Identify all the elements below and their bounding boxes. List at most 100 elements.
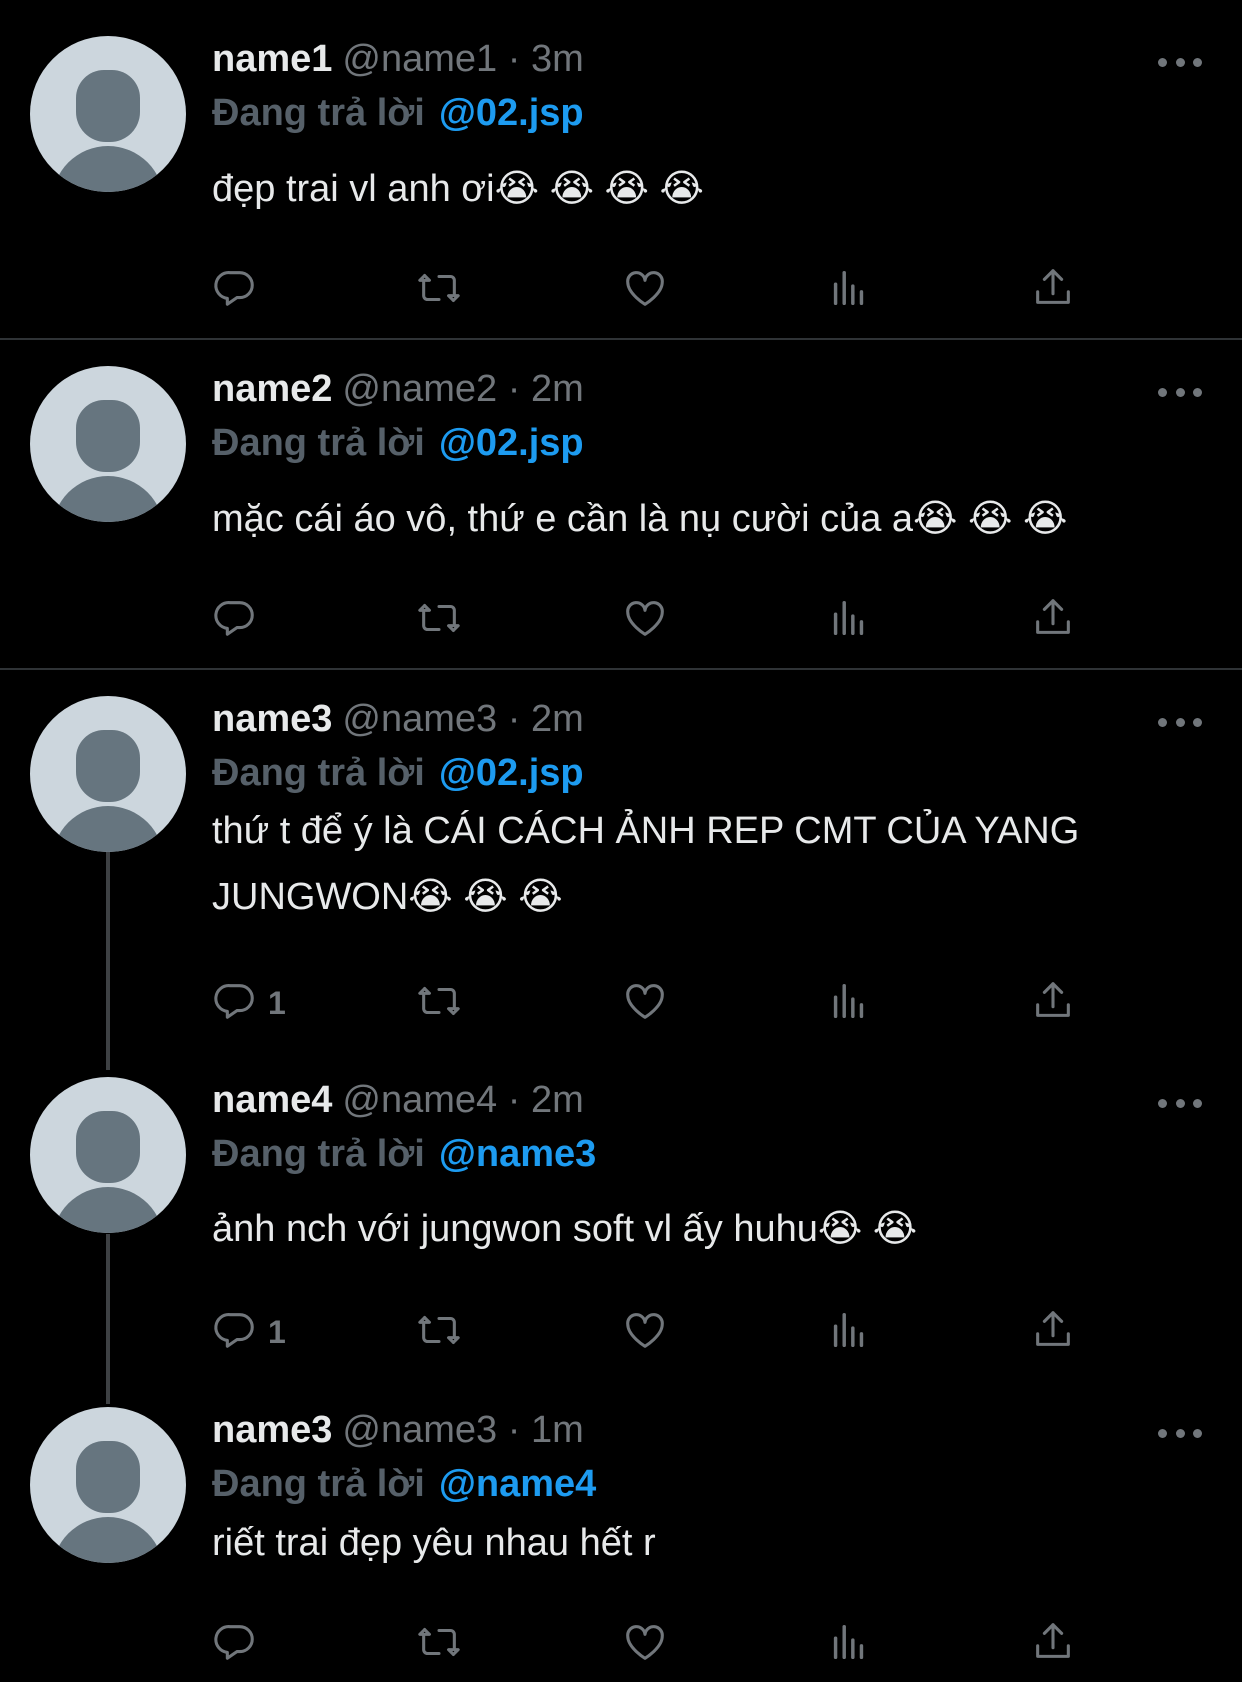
more-icon[interactable] [1158, 1427, 1202, 1439]
retweet-button[interactable] [416, 975, 462, 1031]
handle-and-time[interactable]: @name4 · 2m [342, 1079, 583, 1121]
views-button[interactable] [826, 262, 872, 318]
like-button[interactable] [622, 1616, 668, 1672]
retweet-button[interactable] [416, 1304, 462, 1360]
handle-and-time[interactable]: @name3 · 2m [342, 698, 583, 740]
retweet-icon [416, 595, 462, 646]
share-button[interactable] [1030, 262, 1076, 318]
display-name[interactable]: name3 [212, 1409, 332, 1451]
like-icon [622, 978, 668, 1029]
reply-button[interactable] [212, 592, 268, 648]
like-button[interactable] [622, 592, 668, 648]
views-button[interactable] [826, 1304, 872, 1360]
reply-count: 1 [268, 984, 286, 1021]
display-name[interactable]: name4 [212, 1079, 332, 1121]
like-icon [622, 265, 668, 316]
more-icon[interactable] [1158, 716, 1202, 728]
replying-to-label: Đang trả lời [212, 1133, 425, 1175]
default-avatar-icon[interactable] [30, 36, 186, 192]
like-button[interactable] [622, 1304, 668, 1360]
replying-to: Đang trả lời @name4 [212, 1459, 596, 1509]
default-avatar-icon[interactable] [30, 1077, 186, 1233]
views-icon [826, 265, 872, 316]
replying-to-mention[interactable]: @02.jsp [439, 92, 584, 134]
tweet-header: name2 @name2 · 2m [212, 364, 584, 414]
more-icon[interactable] [1158, 386, 1202, 398]
retweet-button[interactable] [416, 262, 462, 318]
default-avatar-icon[interactable] [30, 366, 186, 522]
retweet-icon [416, 265, 462, 316]
reply-icon [212, 265, 258, 316]
like-button[interactable] [622, 975, 668, 1031]
more-icon[interactable] [1158, 56, 1202, 68]
retweet-icon [416, 1307, 462, 1358]
like-icon [622, 1619, 668, 1670]
tweet-text: thứ t để ý là CÁI CÁCH ẢNH REP CMT CỦA Y… [212, 810, 1080, 918]
tweet-divider [0, 668, 1242, 670]
tweet-text: riết trai đẹp yêu nhau hết r [212, 1522, 656, 1564]
handle-and-time[interactable]: @name3 · 1m [342, 1409, 583, 1451]
tweet-header: name1 @name1 · 3m [212, 34, 584, 84]
thread-connector [106, 1234, 110, 1404]
views-button[interactable] [826, 1616, 872, 1672]
replying-to-mention[interactable]: @02.jsp [439, 422, 584, 464]
reply-button[interactable]: 1 [212, 1304, 286, 1360]
retweet-icon [416, 978, 462, 1029]
replying-to-mention[interactable]: @02.jsp [439, 752, 584, 794]
replying-to-mention[interactable]: @name3 [439, 1133, 596, 1175]
tweet-text: đẹp trai vl anh ơi😭 😭 😭 😭 [212, 168, 704, 210]
reply-icon [212, 595, 258, 646]
more-icon[interactable] [1158, 1097, 1202, 1109]
share-icon [1030, 595, 1076, 646]
reply-button[interactable] [212, 262, 268, 318]
reply-button[interactable]: 1 [212, 975, 286, 1031]
views-icon [826, 1619, 872, 1670]
handle-and-time[interactable]: @name1 · 3m [342, 38, 583, 80]
thread-connector [106, 846, 110, 1070]
like-icon [622, 595, 668, 646]
display-name[interactable]: name3 [212, 698, 332, 740]
reply-count: 1 [268, 1313, 286, 1350]
tweet-actions [212, 1616, 1112, 1672]
display-name[interactable]: name2 [212, 368, 332, 410]
share-icon [1030, 1307, 1076, 1358]
default-avatar-icon[interactable] [30, 696, 186, 852]
replying-to-label: Đang trả lời [212, 1463, 425, 1505]
replying-to-mention[interactable]: @name4 [439, 1463, 596, 1505]
tweet-text: mặc cái áo vô, thứ e cần là nụ cười của … [212, 498, 1068, 540]
replying-to: Đang trả lời @02.jsp [212, 418, 584, 468]
views-button[interactable] [826, 592, 872, 648]
reply-icon [212, 978, 258, 1029]
reply-icon [212, 1619, 258, 1670]
display-name[interactable]: name1 [212, 38, 332, 80]
tweet-actions [212, 262, 1112, 318]
tweet-header: name3 @name3 · 1m [212, 1405, 584, 1455]
share-icon [1030, 978, 1076, 1029]
tweet-header: name4 @name4 · 2m [212, 1075, 584, 1125]
replying-to: Đang trả lời @02.jsp [212, 748, 584, 798]
views-icon [826, 1307, 872, 1358]
tweet-header: name3 @name3 · 2m [212, 694, 584, 744]
replying-to-label: Đang trả lời [212, 92, 425, 134]
views-icon [826, 978, 872, 1029]
share-button[interactable] [1030, 1616, 1076, 1672]
handle-and-time[interactable]: @name2 · 2m [342, 368, 583, 410]
retweet-button[interactable] [416, 1616, 462, 1672]
views-icon [826, 595, 872, 646]
default-avatar-icon[interactable] [30, 1407, 186, 1563]
retweet-button[interactable] [416, 592, 462, 648]
reply-button[interactable] [212, 1616, 268, 1672]
like-button[interactable] [622, 262, 668, 318]
share-button[interactable] [1030, 1304, 1076, 1360]
tweet-actions: 1 [212, 1304, 1112, 1360]
tweet-divider [0, 338, 1242, 340]
share-button[interactable] [1030, 975, 1076, 1031]
retweet-icon [416, 1619, 462, 1670]
reply-icon [212, 1307, 258, 1358]
share-button[interactable] [1030, 592, 1076, 648]
share-icon [1030, 265, 1076, 316]
replying-to: Đang trả lời @02.jsp [212, 88, 584, 138]
replying-to-label: Đang trả lời [212, 752, 425, 794]
views-button[interactable] [826, 975, 872, 1031]
replying-to-label: Đang trả lời [212, 422, 425, 464]
